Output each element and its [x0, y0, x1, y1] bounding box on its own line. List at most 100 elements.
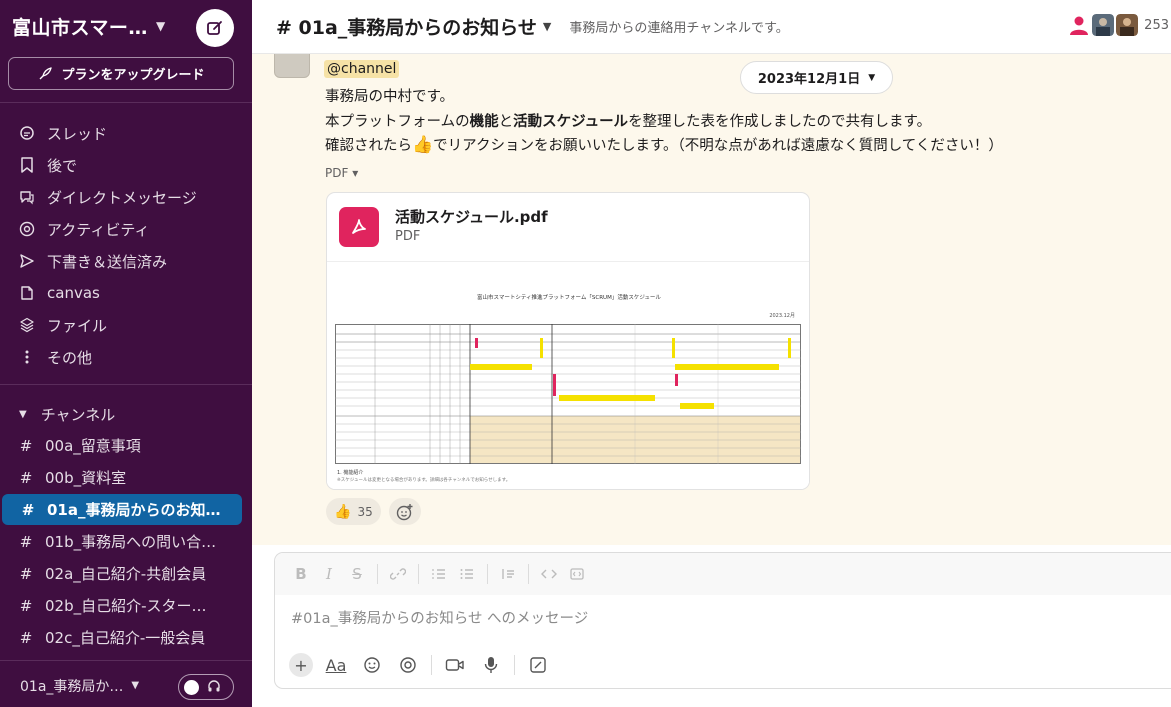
sidebar-item-channel[interactable]: # 01b_事務局への問い合… [0, 526, 252, 557]
formatting-toolbar: B I S [275, 553, 1171, 595]
files-icon [17, 315, 37, 335]
message-text: 事務局の中村です。 [325, 89, 455, 105]
composer-tools: + Aa [285, 651, 559, 679]
code-block-icon[interactable] [563, 560, 591, 588]
compose-button[interactable] [196, 9, 234, 47]
sidebar-item-more[interactable]: その他 [0, 341, 252, 373]
message-composer: B I S + Aa [274, 552, 1171, 689]
message-input[interactable] [291, 607, 1151, 631]
message-list: @channel 2023年12月1日 ▼ 事務局の中村です。 本プラットフォー… [252, 54, 1171, 545]
video-icon[interactable] [440, 651, 470, 679]
members-button[interactable]: 253 [1066, 14, 1171, 36]
file-header[interactable]: 活動スケジュール.pdf PDF [327, 193, 809, 261]
sidebar-item-channel[interactable]: # 02b_自己紹介-スター… [0, 590, 252, 621]
file-attachment[interactable]: 活動スケジュール.pdf PDF 富山市スマートシティ推進プラットフォーム「SC… [326, 192, 810, 490]
sidebar-item-label: canvas [47, 284, 100, 302]
sidebar-item-channel[interactable]: # 00b_資料室 [0, 462, 252, 493]
more-icon [17, 347, 37, 367]
message-text-span: を整理した表を作成しましたので共有します。 [628, 114, 932, 130]
channel-view: # 01a_事務局からのお知らせ ▼ 事務局からの連絡用チャンネルです。 253… [252, 0, 1171, 707]
schedule-table-image [335, 324, 801, 464]
sidebar-item-later[interactable]: 後で [0, 149, 252, 181]
sidebar-divider [0, 102, 252, 103]
preview-date: 2023.12月 [769, 313, 795, 319]
message-text: 確認されたら👍でリアクションをお願いいたします。（不明な点があれば遠慮なく質問し… [325, 134, 1003, 155]
sidebar-item-label: スレッド [47, 124, 108, 143]
ordered-list-icon[interactable] [425, 560, 453, 588]
workspace-name[interactable]: 富山市スマー… [12, 13, 148, 40]
reaction-thumbs-up[interactable]: 👍 35 [326, 498, 381, 525]
mention-icon[interactable] [393, 651, 423, 679]
microphone-icon[interactable] [476, 651, 506, 679]
headphones-icon [207, 678, 221, 697]
italic-icon[interactable]: I [315, 560, 343, 588]
mention-icon [17, 219, 37, 239]
file-preview[interactable]: 富山市スマートシティ推進プラットフォーム「SCRUM」活動スケジュール 2023… [327, 261, 809, 489]
message-text: 本プラットフォームの機能と活動スケジュールを整理した表を作成しましたので共有しま… [325, 110, 931, 131]
add-reaction-button[interactable] [388, 498, 421, 525]
channel-label: 00a_留意事項 [45, 437, 141, 455]
attachment-toggle[interactable]: PDF ▾ [325, 166, 358, 180]
sidebar-item-channel-active[interactable]: # 01a_事務局からのお知… [2, 494, 242, 525]
channels-section-toggle[interactable]: ▼ チャンネル [0, 399, 252, 429]
bulleted-list-icon[interactable] [453, 560, 481, 588]
channel-label: 02a_自己紹介-共創会員 [45, 565, 207, 583]
toggle-knob [184, 679, 199, 695]
sidebar-item-label: アクティビティ [47, 220, 150, 239]
canvas-icon [17, 283, 37, 303]
channel-mention[interactable]: @channel [324, 60, 400, 78]
strikethrough-icon[interactable]: S [343, 560, 371, 588]
sidebar-item-label: 下書き＆送信済み [47, 252, 168, 271]
hash-icon: # [19, 596, 33, 615]
huddle-toggle[interactable] [178, 674, 234, 700]
upgrade-plan-label: プランをアップグレード [61, 68, 205, 83]
sidebar-item-dms[interactable]: ダイレクトメッセージ [0, 181, 252, 213]
add-emoji-icon [396, 503, 413, 520]
sidebar-item-activity[interactable]: アクティビティ [0, 213, 252, 245]
dm-icon [17, 187, 37, 207]
sidebar-item-drafts[interactable]: 下書き＆送信済み [0, 245, 252, 277]
hash-icon: # [19, 564, 33, 583]
code-icon[interactable] [535, 560, 563, 588]
thumbs-up-icon: 👍 [412, 135, 434, 155]
avatar[interactable] [274, 54, 310, 78]
emoji-icon[interactable] [357, 651, 387, 679]
sidebar-item-files[interactable]: ファイル [0, 309, 252, 341]
preview-title: 富山市スマートシティ推進プラットフォーム「SCRUM」活動スケジュール [477, 295, 661, 301]
upgrade-plan-button[interactable]: プランをアップグレード [8, 57, 234, 90]
message-text-bold: 活動スケジュール [513, 114, 629, 130]
blockquote-icon[interactable] [494, 560, 522, 588]
sidebar-divider [0, 660, 252, 661]
channel-label: 01b_事務局への問い合… [45, 533, 217, 551]
sidebar-item-label: ダイレクトメッセージ [47, 188, 197, 207]
formatting-toggle-icon[interactable]: Aa [321, 651, 351, 679]
avatar [1070, 16, 1089, 35]
chevron-down-icon[interactable]: ▼ [543, 20, 551, 33]
chevron-down-icon: ▼ [131, 680, 140, 691]
channel-title[interactable]: # 01a_事務局からのお知らせ [276, 13, 537, 40]
footer-channel-label: 01a_事務局か… [20, 678, 124, 695]
pdf-icon [339, 207, 379, 247]
avatar [1116, 14, 1139, 36]
avatar [1092, 14, 1115, 36]
sidebar-item-label: 後で [47, 156, 78, 175]
shortcuts-icon[interactable] [523, 651, 553, 679]
date-divider-button[interactable]: 2023年12月1日 ▼ [740, 61, 893, 94]
bold-icon[interactable]: B [287, 560, 315, 588]
bookmark-icon [17, 155, 37, 175]
sidebar-item-channel[interactable]: # 02a_自己紹介-共創会員 [0, 558, 252, 589]
hash-icon: # [21, 500, 35, 519]
reaction-count: 35 [357, 504, 373, 519]
toolbar-divider [528, 564, 529, 584]
file-name[interactable]: 活動スケジュール.pdf [395, 206, 548, 227]
file-type: PDF [395, 229, 421, 244]
toolbar-divider [487, 564, 488, 584]
sidebar-item-threads[interactable]: スレッド [0, 117, 252, 149]
sidebar-item-channel[interactable]: # 00a_留意事項 [0, 430, 252, 461]
toolbar-divider [514, 655, 515, 675]
plus-icon[interactable]: + [289, 653, 313, 677]
sidebar-item-channel[interactable]: # 02c_自己紹介-一般会員 [0, 622, 252, 653]
channel-label: 02b_自己紹介-スター… [45, 597, 207, 615]
sidebar-item-canvas[interactable]: canvas [0, 277, 252, 309]
link-icon[interactable] [384, 560, 412, 588]
